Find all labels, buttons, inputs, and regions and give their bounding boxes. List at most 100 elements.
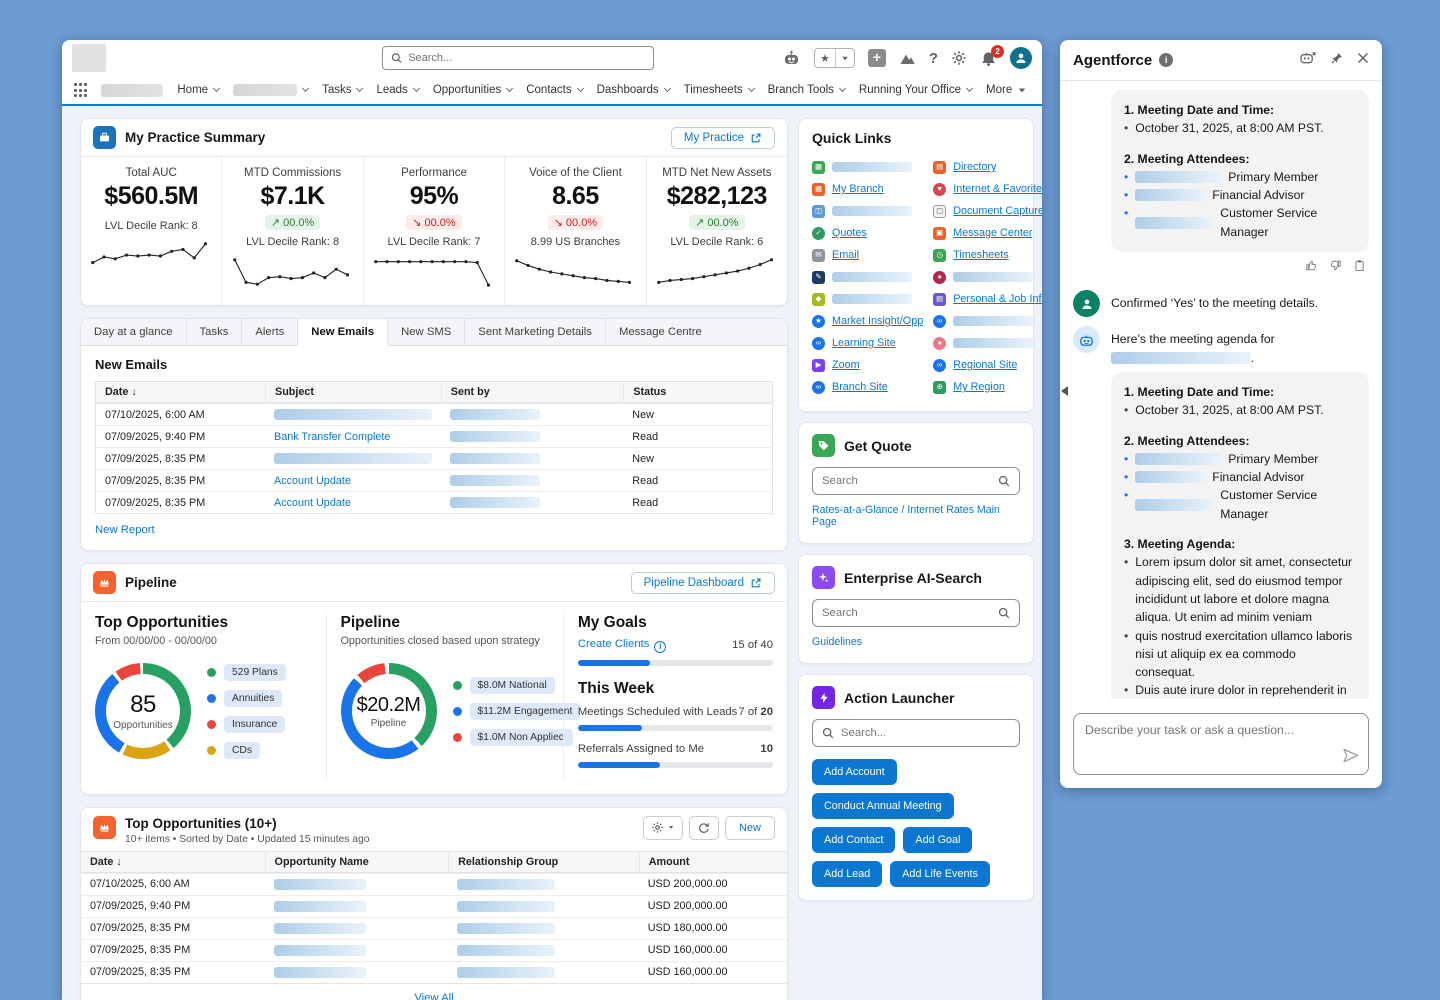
user-avatar[interactable] (1010, 47, 1032, 69)
tab-alerts[interactable]: Alerts (242, 319, 298, 345)
einstein-assistant-icon[interactable] (782, 50, 801, 66)
quick-link[interactable]: ◆ (812, 288, 923, 310)
nav-tab-redacted[interactable] (233, 84, 308, 96)
refresh-button[interactable] (689, 816, 719, 840)
notifications-bell-icon[interactable]: 2 (980, 50, 997, 67)
quick-link[interactable]: ∞ (933, 310, 1042, 332)
create-clients-link[interactable]: Create Clients (578, 638, 650, 650)
copy-clipboard-icon[interactable] (1353, 259, 1366, 277)
agentforce-prompt-input[interactable] (1074, 714, 1368, 754)
quick-link[interactable]: ▢Document Capture (933, 200, 1042, 222)
my-practice-button[interactable]: My Practice (671, 127, 775, 149)
global-search-input[interactable] (408, 52, 645, 64)
list-settings-button[interactable] (643, 816, 683, 840)
quick-link[interactable]: ▦ (812, 156, 923, 178)
table-row[interactable]: 07/09/2025, 8:35 PM Account Update Read (96, 469, 772, 491)
app-launcher-icon[interactable] (74, 83, 87, 96)
quick-link[interactable]: ▶Zoom (812, 354, 923, 376)
new-report-link[interactable]: New Report (95, 524, 155, 536)
table-row[interactable]: 07/09/2025, 8:35 PM USD 180,000.00 (81, 917, 787, 939)
col-amount[interactable]: Amount (639, 852, 787, 872)
add-life-events-button[interactable]: Add Life Events (890, 861, 990, 887)
help-icon[interactable]: ? (929, 50, 938, 67)
agentforce-prompt-box[interactable] (1073, 713, 1369, 775)
send-icon[interactable] (1342, 748, 1359, 768)
table-row[interactable]: 07/09/2025, 8:35 PM Account Update Read (96, 491, 772, 513)
favorite-star-icon[interactable]: ★ (815, 52, 835, 65)
rates-link[interactable]: Rates-at-a-Glance / Internet Rates Main … (812, 504, 1020, 528)
nav-tab-home[interactable]: Home (177, 84, 219, 96)
quick-link[interactable]: ✎ (812, 266, 923, 288)
thumbs-up-icon[interactable] (1305, 259, 1318, 277)
col-date[interactable]: Date↓ (81, 852, 265, 872)
nav-tab-more[interactable]: More (986, 84, 1026, 96)
quick-link[interactable]: ∞Branch Site (812, 376, 923, 398)
nav-tab-leads[interactable]: Leads (376, 84, 418, 96)
quick-link[interactable]: ▦My Branch (812, 178, 923, 200)
quick-link[interactable]: ▣Message Center (933, 222, 1042, 244)
quick-link[interactable]: ∞Learning Site (812, 332, 923, 354)
conduct-annual-meeting-button[interactable]: Conduct Annual Meeting (812, 793, 954, 819)
info-icon[interactable]: i (654, 641, 666, 653)
quick-link[interactable]: ▤Personal & Job Info (933, 288, 1042, 310)
email-subject-link[interactable]: Account Update (274, 475, 351, 487)
col-relationship-group[interactable]: Relationship Group (448, 852, 639, 872)
quick-link[interactable]: ★Market Insight/Opp (812, 310, 923, 332)
favorites-control[interactable]: ★ (814, 48, 855, 68)
pin-icon[interactable] (1330, 51, 1344, 70)
tab-new-emails[interactable]: New Emails (298, 319, 388, 346)
nav-tab-timesheets[interactable]: Timesheets (684, 84, 754, 96)
setup-gear-icon[interactable] (951, 50, 967, 66)
thumbs-down-icon[interactable] (1329, 259, 1342, 277)
quick-link[interactable]: ∞Regional Site (933, 354, 1042, 376)
favorites-dropdown-icon[interactable] (842, 56, 848, 60)
trailhead-icon[interactable] (899, 51, 916, 66)
col-date[interactable]: Date↓ (96, 382, 265, 402)
col-subject[interactable]: Subject (265, 382, 441, 402)
quick-link[interactable]: ● (933, 266, 1042, 288)
tab-message-centre[interactable]: Message Centre (606, 319, 715, 345)
nav-tab-contacts[interactable]: Contacts (526, 84, 582, 96)
get-quote-search[interactable] (812, 467, 1020, 495)
ai-search-input[interactable] (822, 607, 991, 619)
table-row[interactable]: 07/10/2025, 6:00 AM USD 200,000.00 (81, 873, 787, 895)
quick-link[interactable]: ♥Internet & Favorites (933, 178, 1042, 200)
quick-link[interactable]: ◫ (812, 200, 923, 222)
col-sentby[interactable]: Sent by (441, 382, 624, 402)
quick-link[interactable]: ▤Directory (933, 156, 1042, 178)
email-subject-link[interactable]: Bank Transfer Complete (274, 431, 390, 443)
tab-new-sms[interactable]: New SMS (388, 319, 465, 345)
quick-link[interactable]: ⊕My Region (933, 376, 1042, 398)
table-row[interactable]: 07/09/2025, 8:35 PM USD 160,000.00 (81, 939, 787, 961)
quick-create-icon[interactable]: + (868, 49, 886, 67)
tab-tasks[interactable]: Tasks (187, 319, 243, 345)
guidelines-link[interactable]: Guidelines (812, 636, 862, 648)
table-row[interactable]: 07/10/2025, 6:00 AM New (96, 403, 772, 425)
col-status[interactable]: Status (623, 382, 772, 402)
table-row[interactable]: 07/09/2025, 9:40 PM Bank Transfer Comple… (96, 425, 772, 447)
new-opportunity-button[interactable]: New (725, 816, 775, 840)
table-row[interactable]: 07/09/2025, 9:40 PM USD 200,000.00 (81, 895, 787, 917)
table-row[interactable]: 07/09/2025, 8:35 PM USD 160,000.00 (81, 961, 787, 983)
pipeline-dashboard-button[interactable]: Pipeline Dashboard (631, 572, 775, 594)
nav-tab-tasks[interactable]: Tasks (322, 84, 362, 96)
info-icon[interactable]: i (1159, 53, 1173, 67)
quick-link[interactable]: ◷Timesheets (933, 244, 1042, 266)
add-contact-button[interactable]: Add Contact (812, 827, 895, 853)
ai-search-box[interactable] (812, 599, 1020, 627)
table-row[interactable]: 07/09/2025, 8:35 PM New (96, 447, 772, 469)
action-launcher-input[interactable] (841, 727, 1010, 739)
close-icon[interactable] (1357, 51, 1369, 69)
email-subject-link[interactable]: Account Update (274, 497, 351, 509)
nav-tab-branch-tools[interactable]: Branch Tools (768, 84, 845, 96)
global-search[interactable] (382, 46, 654, 70)
get-quote-search-input[interactable] (822, 475, 991, 487)
nav-tab-running-your-office[interactable]: Running Your Office (859, 84, 972, 96)
nav-tab-opportunities[interactable]: Opportunities (433, 84, 512, 96)
end-chat-bot-icon[interactable] (1299, 50, 1317, 70)
add-account-button[interactable]: Add Account (812, 759, 897, 785)
quick-link[interactable]: ● (933, 332, 1042, 354)
add-goal-button[interactable]: Add Goal (903, 827, 972, 853)
nav-tab-dashboards[interactable]: Dashboards (597, 84, 670, 96)
view-all-link[interactable]: View All (414, 992, 453, 1000)
